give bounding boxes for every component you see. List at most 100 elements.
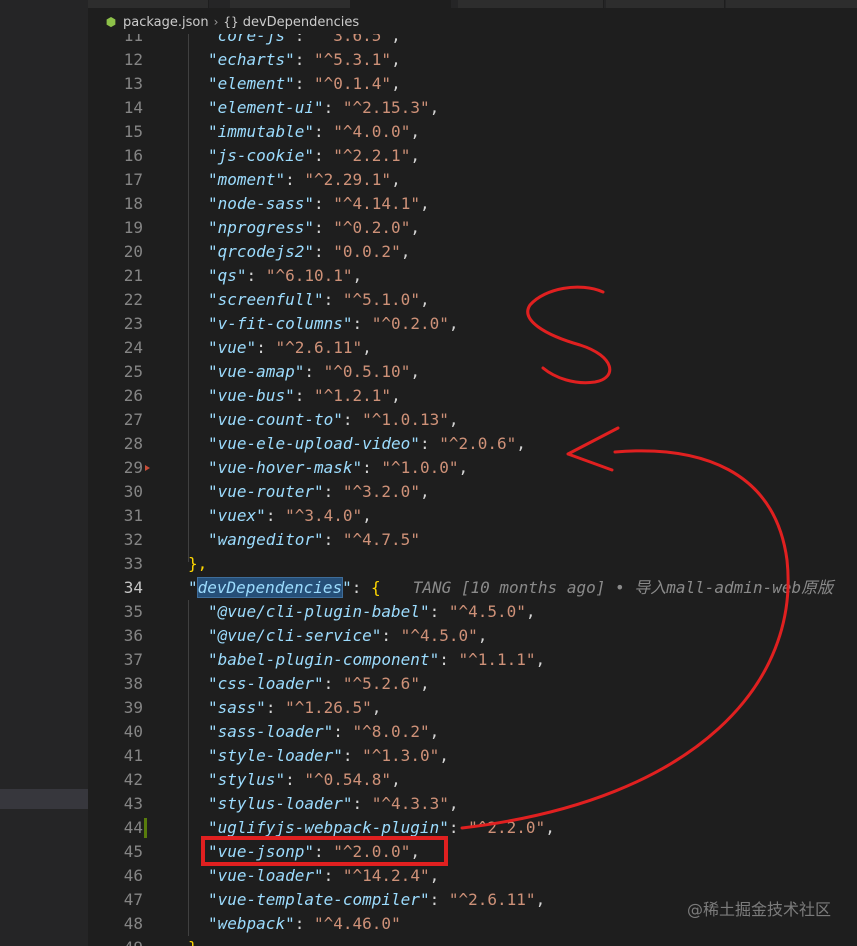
code-line[interactable]: 16 "js-cookie": "^2.2.1", [88, 144, 857, 168]
code-line[interactable]: 36 "@vue/cli-service": "^4.5.0", [88, 624, 857, 648]
line-code: "immutable": "^4.0.0", [208, 120, 420, 144]
code-line[interactable]: 24 "vue": "^2.6.11", [88, 336, 857, 360]
code-line[interactable]: 27 "vue-count-to": "^1.0.13", [88, 408, 857, 432]
code-line[interactable]: 37 "babel-plugin-component": "^1.1.1", [88, 648, 857, 672]
code-line[interactable]: 18 "node-sass": "^4.14.1", [88, 192, 857, 216]
comma-token: , [429, 98, 440, 117]
code-line[interactable]: 41 "style-loader": "^1.3.0", [88, 744, 857, 768]
comma-token: , [391, 50, 401, 69]
comma-token: , [419, 290, 430, 309]
comma-token: , [410, 362, 420, 381]
code-line[interactable]: 22 "screenfull": "^5.1.0", [88, 288, 857, 312]
tab-1[interactable] [88, 0, 209, 8]
colon-token: : [313, 842, 334, 861]
line-number: 29 [123, 458, 143, 477]
tab-3[interactable] [458, 0, 604, 8]
colon-token: : [313, 242, 334, 261]
code-line[interactable]: 21 "qs": "^6.10.1", [88, 264, 857, 288]
code-line[interactable]: 19 "nprogress": "^0.2.0", [88, 216, 857, 240]
tab-4[interactable] [606, 0, 725, 8]
code-line[interactable]: 29 "vue-hover-mask": "^1.0.0", [88, 456, 857, 480]
code-line[interactable]: 40 "sass-loader": "^8.0.2", [88, 720, 857, 744]
line-code: "vue-count-to": "^1.0.13", [208, 408, 459, 432]
key-quote: " [342, 578, 352, 597]
code-line[interactable]: 34 "devDependencies": {TANG [10 months ag… [88, 576, 857, 600]
colon-token: : [246, 266, 266, 285]
code-line[interactable]: 20 "qrcodejs2": "0.0.2", [88, 240, 857, 264]
colon-token: : [351, 578, 372, 597]
line-number: 49 [88, 936, 143, 946]
value-quote: " [381, 50, 392, 69]
code-line[interactable]: 35 "@vue/cli-plugin-babel": "^4.5.0", [88, 600, 857, 624]
code-line[interactable]: 33}, [88, 552, 857, 576]
comma-token: , [419, 194, 430, 213]
code-line[interactable]: 26 "vue-bus": "^1.2.1", [88, 384, 857, 408]
git-deleted-marker[interactable] [145, 465, 150, 471]
code-line[interactable]: 25 "vue-amap": "^0.5.10", [88, 360, 857, 384]
key-quote: " [208, 842, 218, 861]
code-line[interactable]: 44 "uglifyjs-webpack-plugin": "^2.2.0", [88, 816, 857, 840]
key-quote: " [208, 338, 218, 357]
line-code: "echarts": "^5.3.1", [208, 48, 401, 72]
side-panel-selected-item[interactable] [0, 789, 88, 809]
value-quote: " [468, 626, 478, 645]
key-quote: " [313, 866, 324, 885]
code-line[interactable]: 17 "moment": "^2.29.1", [88, 168, 857, 192]
code-line[interactable]: 39 "sass": "^1.26.5", [88, 696, 857, 720]
line-code: "stylus": "^0.54.8", [208, 768, 401, 792]
code-line[interactable]: 28 "vue-ele-upload-video": "^2.0.6", [88, 432, 857, 456]
value-quote: " [352, 722, 363, 741]
key-quote: " [208, 146, 218, 165]
colon-token: : [313, 146, 334, 165]
code-line[interactable]: 38 "css-loader": "^5.2.6", [88, 672, 857, 696]
key-quote: " [429, 650, 440, 669]
colon-token: : [285, 770, 305, 789]
code-editor[interactable]: 11 "core-js": "^3.6.5", 12 "echarts": "^5.3… [88, 24, 857, 946]
code-line[interactable]: 30 "vue-router": "^3.2.0", [88, 480, 857, 504]
json-key: nprogress [217, 218, 305, 237]
code-line[interactable]: 42 "stylus": "^0.54.8", [88, 768, 857, 792]
value-quote: " [285, 698, 295, 717]
code-line[interactable]: 15 "immutable": "^4.0.0", [88, 120, 857, 144]
breadcrumb-symbol[interactable]: devDependencies [243, 15, 359, 30]
code-line[interactable]: 12 "echarts": "^5.3.1", [88, 48, 857, 72]
code-line[interactable]: 45 "vue-jsonp": "^2.0.0", [88, 840, 857, 864]
line-number: 41 [123, 746, 143, 765]
key-quote: " [304, 146, 314, 165]
key-quote: " [208, 626, 218, 645]
json-key: v-fit-columns [217, 314, 343, 333]
breadcrumb: ⬢ package.json › {} devDependencies [88, 10, 857, 34]
tab-active[interactable] [350, 0, 451, 8]
tab-5[interactable] [726, 0, 857, 8]
code-line[interactable]: 23 "v-fit-columns": "^0.2.0", [88, 312, 857, 336]
code-line[interactable]: 46 "vue-loader": "^14.2.4", [88, 864, 857, 888]
breadcrumb-file[interactable]: package.json [123, 15, 209, 30]
code-line[interactable]: 49} [88, 936, 857, 946]
key-quote: " [236, 266, 247, 285]
value-quote: " [342, 866, 353, 885]
key-quote: " [313, 482, 324, 501]
code-line[interactable]: 32 "wangeditor": "^4.7.5" [88, 528, 857, 552]
tab-2[interactable] [230, 0, 351, 8]
key-quote: " [419, 602, 430, 621]
line-code: "vue-template-compiler": "^2.6.11", [208, 888, 545, 912]
colon-token: : [323, 866, 343, 885]
line-number: 40 [123, 722, 143, 741]
code-line[interactable]: 13 "element": "^0.1.4", [88, 72, 857, 96]
comma-token: , [410, 842, 420, 861]
json-key: vue-ele-upload-video [217, 434, 411, 453]
braces-icon: {} [223, 15, 239, 29]
value-quote: " [516, 602, 526, 621]
git-modified-marker[interactable] [144, 818, 147, 838]
json-key: @vue/cli-plugin-babel [217, 602, 420, 621]
json-key: vue-amap [217, 362, 295, 381]
code-line[interactable]: 43 "stylus-loader": "^4.3.3", [88, 792, 857, 816]
line-code: }, [188, 552, 207, 576]
value-quote: " [391, 242, 401, 261]
brace-token: }, [188, 554, 208, 573]
line-code: "vuex": "^3.4.0", [208, 504, 372, 528]
value-quote: " [352, 506, 363, 525]
code-line[interactable]: 14 "element-ui": "^2.15.3", [88, 96, 857, 120]
comma-token: , [410, 218, 420, 237]
code-line[interactable]: 31 "vuex": "^3.4.0", [88, 504, 857, 528]
